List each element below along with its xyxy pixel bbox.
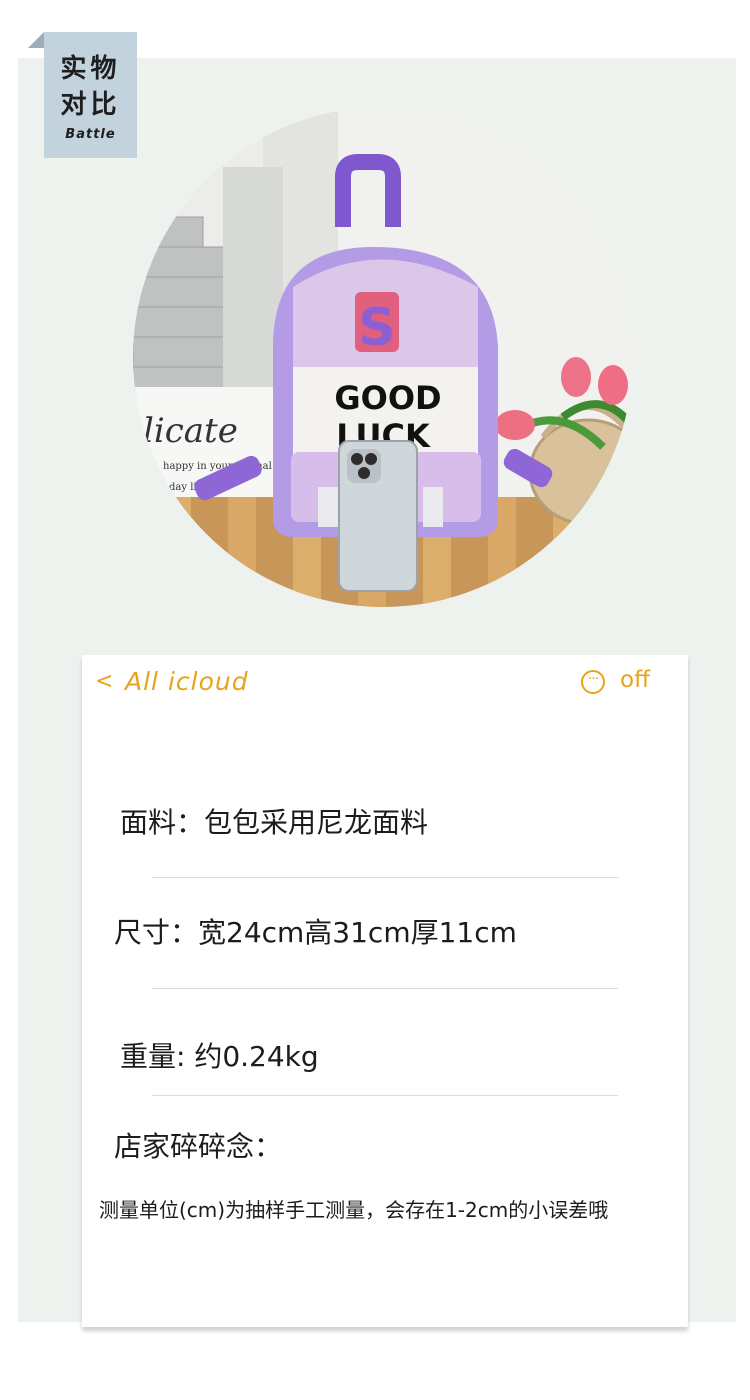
badge-title-line2: 对比 xyxy=(60,90,121,120)
size-row: 尺寸：宽24cm高31cm厚11cm xyxy=(114,916,517,949)
measurement-note: 测量单位(cm)为抽样手工测量，会存在1-2cm的小误差哦 xyxy=(99,1198,609,1222)
divider xyxy=(152,877,619,878)
nav-title-link[interactable]: All icloud xyxy=(125,667,249,696)
badge-subtitle: Battle xyxy=(65,127,116,142)
bag-print-line1: GOOD xyxy=(334,379,441,417)
product-photo: licate happy in your normal day life S G… xyxy=(133,107,633,607)
weight-row: 重量: 约0.24kg xyxy=(120,1040,319,1073)
off-toggle[interactable]: off xyxy=(620,667,650,693)
product-photo-illustration: licate happy in your normal day life S G… xyxy=(133,107,633,607)
badge-fold xyxy=(28,32,44,48)
info-card: < All icloud ··· off 面料：包包采用尼龙面料 尺寸：宽24c… xyxy=(82,655,688,1327)
divider xyxy=(152,1095,618,1096)
sign-script-text: licate xyxy=(143,411,238,451)
bag-patch-letter: S xyxy=(358,298,395,358)
shop-notes-heading: 店家碎碎念： xyxy=(114,1130,283,1163)
back-button[interactable]: < xyxy=(95,669,113,694)
comparison-badge: 实物 对比 Battle xyxy=(44,32,137,158)
badge-title-line1: 实物 xyxy=(60,54,121,84)
divider xyxy=(152,988,618,989)
smartphone xyxy=(338,440,418,592)
ellipsis-circle-icon[interactable]: ··· xyxy=(581,670,605,694)
material-row: 面料：包包采用尼龙面料 xyxy=(120,806,429,839)
